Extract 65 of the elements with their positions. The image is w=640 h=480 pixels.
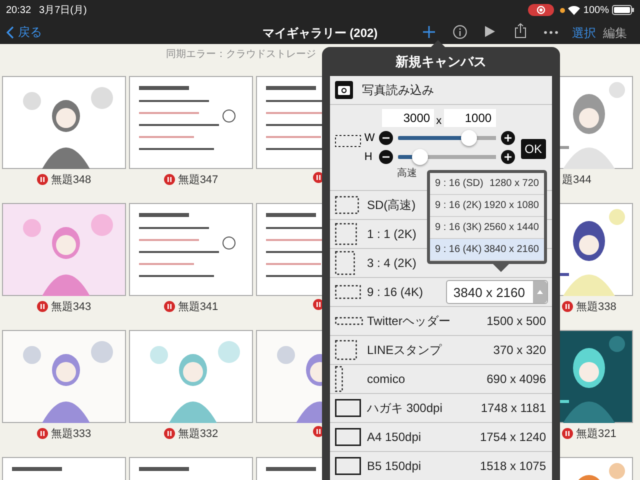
size-option[interactable]: 9 : 16 (SD) 1280 x 720 — [430, 173, 544, 195]
frame-icon — [335, 196, 359, 214]
play-icon[interactable] — [485, 26, 495, 37]
artwork-title: 無題348 — [50, 173, 92, 187]
popover-title: 新規キャンバス — [396, 52, 486, 70]
ok-button[interactable]: OK — [520, 139, 546, 159]
caret-icon — [537, 290, 543, 294]
info-icon[interactable] — [453, 25, 467, 39]
gallery-title: マイギャラリー (202) — [261, 25, 379, 42]
add-icon[interactable] — [423, 26, 435, 38]
location-dot-icon — [560, 8, 566, 12]
frame-icon — [335, 317, 363, 325]
frame-icon — [335, 223, 357, 245]
size-option[interactable]: 9 : 16 (2K) 1920 x 1080 — [430, 195, 544, 217]
date-text: 3月7日(月) — [39, 4, 87, 17]
battery-icon — [612, 5, 634, 15]
artwork-title: 無題321 — [576, 427, 616, 441]
preset-item[interactable]: A4 150dpi 1754 x 1240 — [330, 423, 552, 452]
minus-button[interactable] — [379, 131, 394, 145]
back-chevron-icon — [6, 26, 14, 39]
preset-item[interactable]: Twitterヘッダー 1500 x 500 — [330, 307, 552, 336]
size-option[interactable]: 9 : 16 (4K) 3840 x 2160 — [430, 239, 544, 261]
artwork-title: 無題333 — [50, 427, 92, 441]
artwork-title: 無題343 — [50, 300, 92, 314]
select-link[interactable]: 選択 — [572, 25, 596, 42]
preset-item[interactable]: ハガキ 300dpi 1748 x 1181 — [330, 394, 552, 423]
frame-icon — [335, 428, 361, 446]
frame-icon — [335, 399, 361, 417]
artwork-title: 無題347 — [178, 173, 218, 187]
frame-icon — [335, 340, 357, 360]
camera-icon — [335, 81, 353, 99]
artwork-title: 題344 — [562, 173, 592, 187]
height-label: H — [364, 151, 374, 163]
wifi-icon — [568, 6, 580, 14]
preset-item[interactable]: LINEスタンプ 370 x 320 — [330, 336, 552, 365]
more-icon[interactable] — [544, 31, 558, 34]
back-link[interactable]: 戻る — [6, 24, 42, 41]
quality-label: 高速 — [397, 168, 417, 179]
preset-item[interactable]: 9 : 16 (4K) 3840 x 2160 — [330, 278, 552, 307]
preset-item[interactable]: comico 690 x 4096 — [330, 365, 552, 394]
height-field[interactable]: 1000 — [444, 109, 496, 127]
size-dropdown[interactable]: 3840 x 2160 — [446, 280, 548, 304]
size-option[interactable]: 9 : 16 (3K) 2560 x 1440 — [430, 217, 544, 239]
battery-percent: 100% — [583, 4, 609, 16]
frame-icon — [335, 285, 361, 299]
frame-icon — [335, 251, 355, 275]
preset-item[interactable]: B5 150dpi 1518 x 1075 — [330, 452, 552, 480]
photo-import-item[interactable]: 写真読み込み — [330, 76, 552, 105]
plus-button[interactable] — [501, 131, 516, 145]
times-sign: x — [436, 115, 442, 127]
artwork-title: 無題332 — [178, 427, 218, 441]
clock-time: 20:32 — [6, 4, 32, 16]
frame-icon — [335, 135, 361, 147]
frame-icon — [335, 366, 343, 392]
frame-icon — [335, 457, 361, 475]
artwork-title: 無題341 — [178, 300, 218, 314]
artwork-title: 無題338 — [576, 300, 616, 314]
recording-icon — [528, 4, 554, 16]
edit-link[interactable]: 編集 — [603, 25, 627, 42]
plus-button[interactable] — [501, 150, 516, 164]
share-icon[interactable] — [515, 23, 526, 38]
width-label: W — [364, 132, 374, 144]
minus-button[interactable] — [379, 150, 394, 164]
sync-error-text: 同期エラー：クラウドストレージ — [166, 48, 316, 61]
width-field[interactable]: 3000 — [382, 109, 434, 127]
